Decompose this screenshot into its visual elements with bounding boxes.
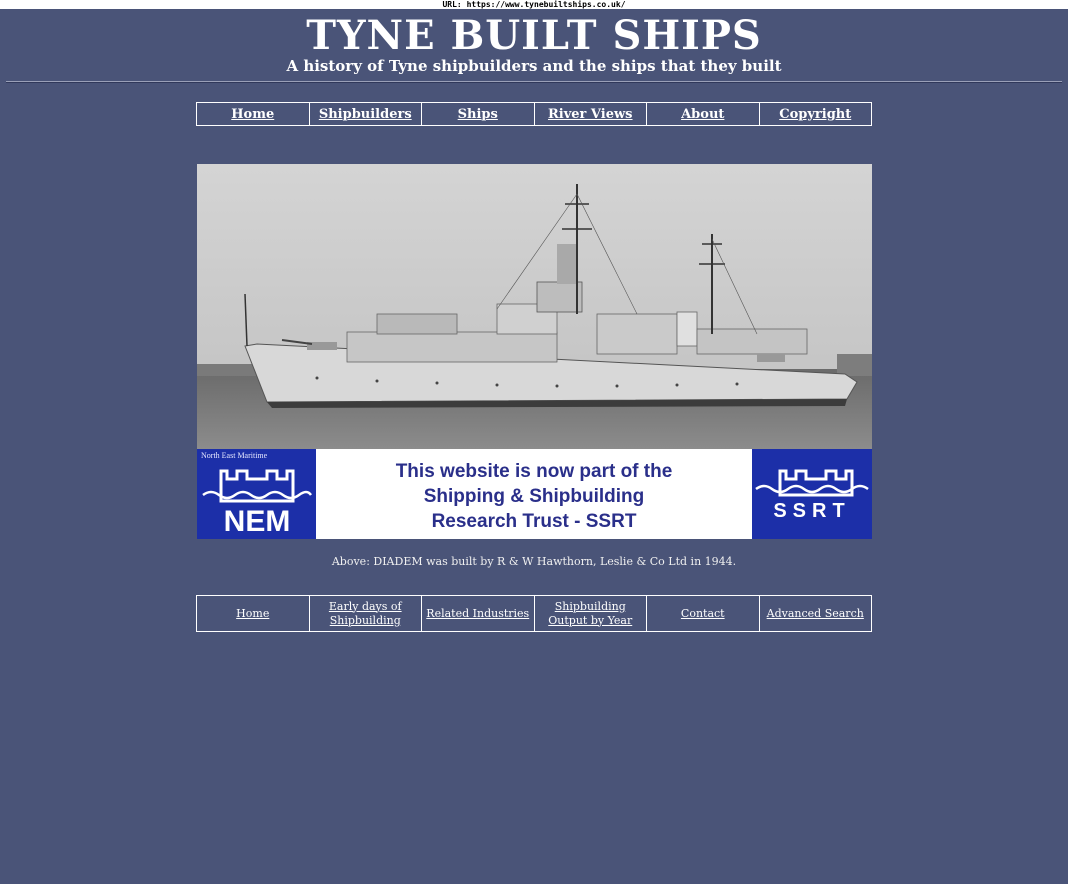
- ssrt-logo: SSRT: [752, 449, 872, 539]
- top-nav-cell-about: About: [646, 102, 760, 126]
- ssrt-logo-letters: SSRT: [773, 500, 850, 522]
- nem-logo-letters: NEM: [224, 505, 291, 538]
- bottom-nav-cell-home: Home: [196, 595, 310, 632]
- nav-link-copyright[interactable]: Copyright: [779, 107, 851, 122]
- nem-logo: North East Maritime NEM: [197, 449, 316, 539]
- nav-link-river-views[interactable]: River Views: [548, 107, 633, 122]
- ssrt-logo-graphic: SSRT: [755, 469, 869, 522]
- ssrt-banner[interactable]: North East Maritime NEM This website is …: [197, 449, 872, 539]
- bottom-nav-cell-related-industries: Related Industries: [421, 595, 535, 632]
- top-nav-cell-shipbuilders: Shipbuilders: [308, 102, 422, 126]
- footer-link-advanced-search[interactable]: Advanced Search: [767, 607, 864, 620]
- footer-link-early-days[interactable]: Early days of Shipbuilding: [329, 600, 402, 627]
- banner-message: This website is now part of the Shipping…: [316, 459, 752, 534]
- top-nav-cell-copyright: Copyright: [758, 102, 872, 126]
- ship-photo-image: [197, 164, 872, 449]
- nav-link-home[interactable]: Home: [231, 107, 274, 122]
- footer-link-output-by-year[interactable]: Shipbuilding Output by Year: [548, 600, 632, 627]
- nem-logo-graphic: NEM: [202, 469, 313, 538]
- footer-link-related-industries[interactable]: Related Industries: [426, 607, 529, 620]
- banner-line-1: This website is now part of the: [395, 461, 673, 482]
- top-nav: Home Shipbuilders Ships River Views Abou…: [196, 102, 872, 126]
- top-nav-cell-ships: Ships: [421, 102, 535, 126]
- banner-line-3: Research Trust - SSRT: [431, 511, 637, 532]
- bottom-nav-cell-output-by-year: Shipbuilding Output by Year: [533, 595, 647, 632]
- bottom-nav-cell-early-days: Early days of Shipbuilding: [308, 595, 422, 632]
- nav-link-ships[interactable]: Ships: [458, 107, 498, 122]
- bottom-nav: Home Early days of Shipbuilding Related …: [196, 595, 872, 632]
- ship-photo: [197, 164, 872, 449]
- bottom-nav-cell-advanced-search: Advanced Search: [758, 595, 872, 632]
- url-bar: URL: https://www.tynebuiltships.co.uk/: [0, 0, 1068, 9]
- site-subtitle: A history of Tyne shipbuilders and the s…: [286, 57, 782, 75]
- photo-caption: Above: DIADEM was built by R & W Hawthor…: [331, 555, 737, 568]
- bottom-nav-cell-contact: Contact: [646, 595, 760, 632]
- nav-link-about[interactable]: About: [681, 107, 724, 122]
- top-nav-cell-home: Home: [196, 102, 310, 126]
- top-nav-cell-river-views: River Views: [533, 102, 647, 126]
- site-title: TYNE BUILT SHIPS: [306, 12, 762, 59]
- banner-line-2: Shipping & Shipbuilding: [423, 486, 645, 507]
- nav-link-shipbuilders[interactable]: Shipbuilders: [319, 107, 412, 122]
- header-divider: [6, 81, 1062, 83]
- footer-link-home[interactable]: Home: [236, 607, 269, 620]
- footer-link-contact[interactable]: Contact: [681, 607, 725, 620]
